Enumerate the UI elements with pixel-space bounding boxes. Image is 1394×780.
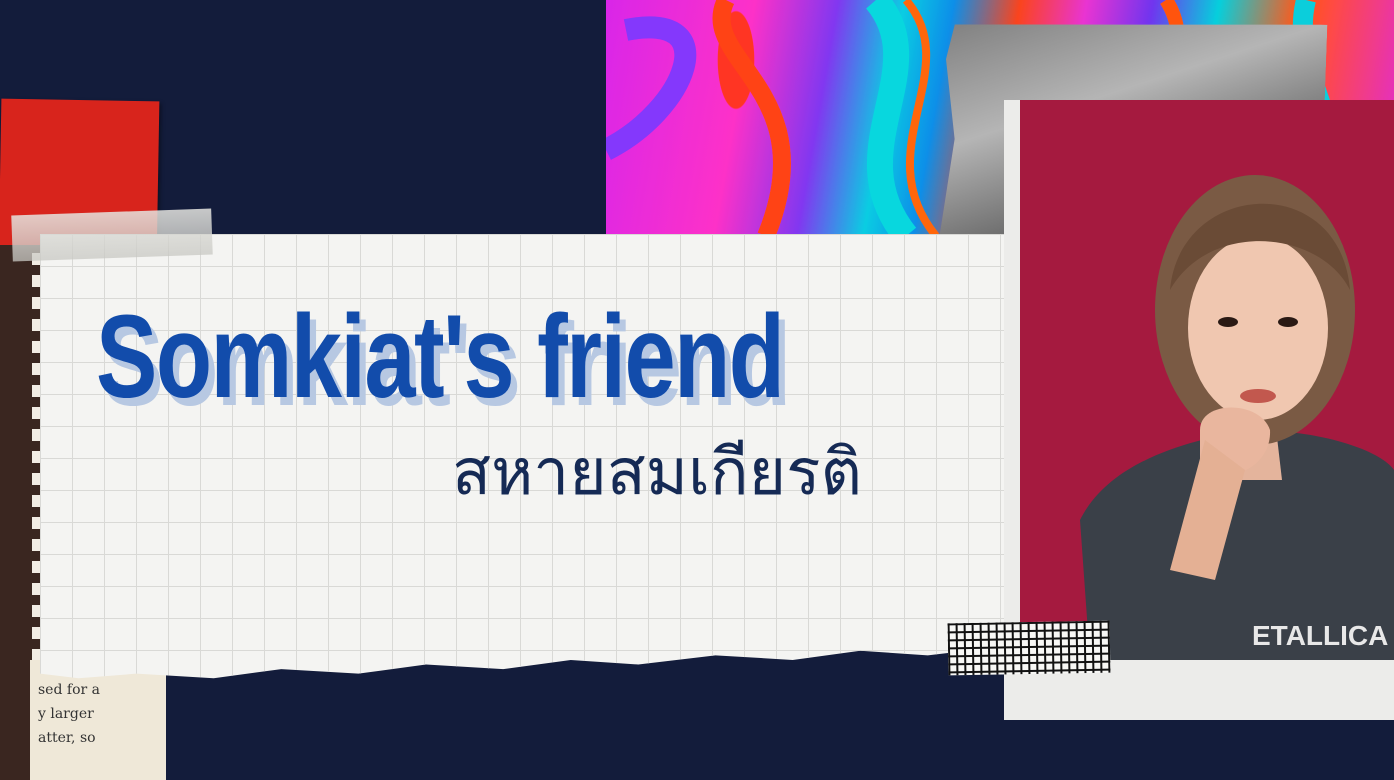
book-page-fragment: sed for a y larger atter, so xyxy=(30,660,166,780)
shirt-logo-text: ETALLICA xyxy=(1252,620,1388,651)
book-line: atter, so xyxy=(38,730,96,746)
portrait-photo: ETALLICA xyxy=(1020,100,1394,660)
checker-tape xyxy=(947,620,1111,676)
page-subtitle-thai: สหายสมเกียรติ xyxy=(452,436,862,510)
page-title: Somkiat's friend xyxy=(96,291,785,423)
book-line: sed for a xyxy=(38,682,100,698)
masking-tape xyxy=(11,208,213,262)
book-line: y larger xyxy=(38,706,94,722)
